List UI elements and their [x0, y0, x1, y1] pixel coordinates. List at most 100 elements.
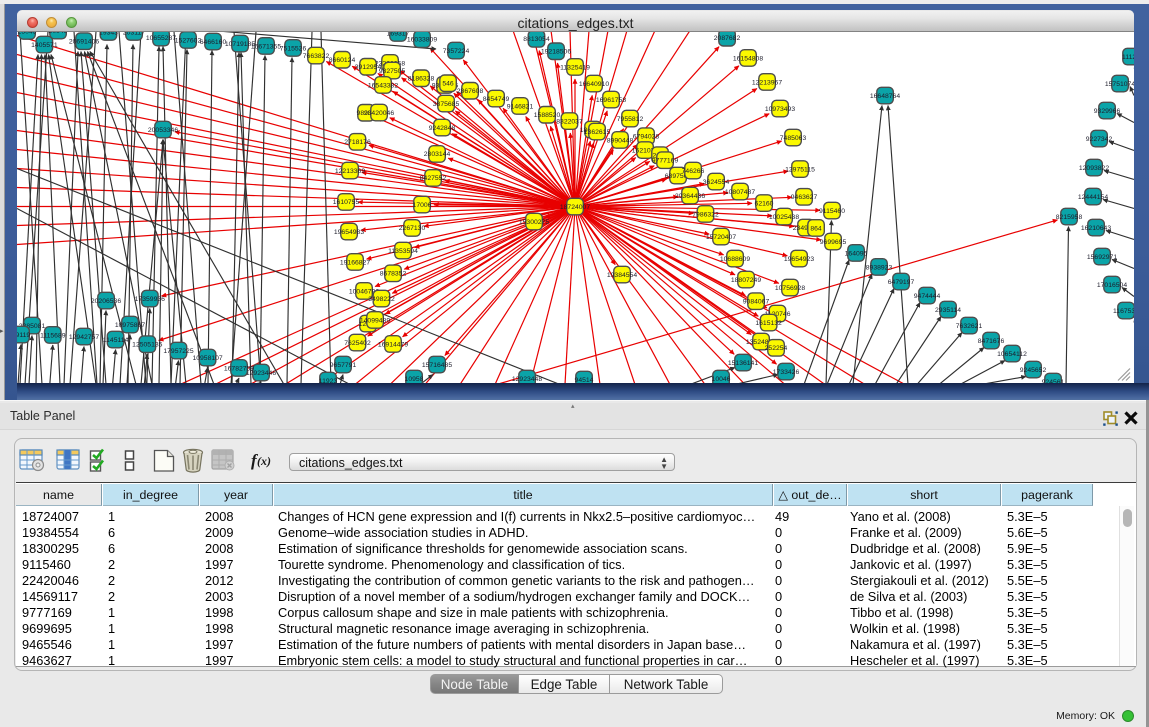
svg-text:20053346: 20053346: [148, 126, 178, 133]
svg-text:7625402: 7625402: [344, 339, 371, 346]
svg-text:17359936: 17359936: [135, 295, 165, 302]
svg-text:16782759: 16782759: [224, 365, 254, 372]
svg-text:9827505: 9827505: [379, 67, 406, 74]
svg-text:9245652: 9245652: [1020, 366, 1047, 373]
svg-text:3875685: 3875685: [433, 100, 460, 107]
svg-text:19384554: 19384554: [607, 271, 637, 278]
svg-text:8215958: 8215958: [1056, 213, 1083, 220]
svg-text:3624554: 3624554: [703, 178, 730, 185]
svg-text:39119: 39119: [17, 331, 30, 338]
svg-text:8938923: 8938923: [866, 264, 893, 271]
svg-text:8660124: 8660124: [329, 57, 356, 64]
svg-text:19343: 19343: [99, 32, 118, 36]
svg-text:15720407: 15720407: [706, 233, 736, 240]
svg-text:8990448: 8990448: [607, 137, 634, 144]
svg-text:1405571: 1405571: [31, 41, 58, 48]
svg-text:12093822: 12093822: [1079, 164, 1109, 171]
svg-text:16543382: 16543382: [368, 82, 398, 89]
svg-text:18724007: 18724007: [560, 203, 590, 210]
svg-text:19218506: 19218506: [541, 48, 571, 55]
svg-text:15692971: 15692971: [1087, 253, 1117, 260]
svg-text:1527602: 1527602: [175, 37, 202, 44]
svg-text:6794028: 6794028: [633, 133, 660, 140]
svg-text:10688609: 10688609: [720, 255, 750, 262]
svg-text:2718176: 2718176: [344, 139, 371, 146]
svg-text:7515526: 7515526: [280, 45, 307, 52]
svg-text:7955812: 7955812: [617, 115, 644, 122]
svg-text:2935114: 2935114: [935, 306, 961, 313]
svg-text:3498222: 3498222: [368, 295, 395, 302]
svg-text:6466160: 6466160: [200, 38, 227, 45]
svg-text:(x): (x): [257, 454, 271, 468]
svg-text:19654983: 19654983: [334, 228, 364, 235]
svg-text:16154808: 16154808: [733, 55, 763, 62]
svg-text:20691406: 20691406: [69, 38, 99, 45]
svg-text:16210643: 16210643: [1081, 224, 1111, 231]
svg-text:9146821: 9146821: [507, 103, 534, 110]
svg-text:1362615: 1362615: [584, 128, 611, 135]
svg-text:9699695: 9699695: [820, 238, 847, 245]
svg-text:9657791: 9657791: [330, 361, 357, 368]
svg-text:9084067: 9084067: [743, 298, 770, 305]
svg-text:7663822: 7663822: [303, 52, 330, 59]
svg-text:16961758: 16961758: [596, 96, 626, 103]
svg-text:7986322: 7986322: [692, 211, 719, 218]
svg-text:12942757: 12942757: [69, 333, 99, 340]
svg-text:19654923: 19654923: [784, 255, 814, 262]
svg-text:10973493: 10973493: [765, 105, 795, 112]
svg-text:23420046: 23420046: [364, 109, 394, 116]
svg-text:9463627: 9463627: [791, 194, 818, 201]
svg-text:16033809: 16033809: [407, 36, 437, 43]
svg-text:8678352: 8678352: [380, 270, 407, 277]
svg-text:252254: 252254: [765, 345, 788, 352]
svg-text:203117: 203117: [123, 32, 145, 36]
svg-text:1615132: 1615132: [755, 319, 782, 326]
svg-text:10958107: 10958107: [192, 354, 222, 361]
svg-text:7357224: 7357224: [443, 47, 470, 54]
svg-text:17016504: 17016504: [1097, 281, 1127, 288]
svg-text:1610755: 1610755: [333, 199, 360, 206]
svg-text:164095: 164095: [845, 250, 868, 257]
svg-text:16914479: 16914479: [378, 341, 408, 348]
svg-text:15300275: 15300275: [519, 218, 549, 225]
svg-text:6479197: 6479197: [888, 278, 915, 285]
svg-text:11923: 11923: [319, 377, 338, 382]
svg-text:8454749: 8454749: [483, 95, 510, 102]
svg-text:18807249: 18807249: [731, 276, 761, 283]
svg-text:20949: 20949: [49, 32, 68, 35]
svg-text:2267130: 2267130: [399, 225, 426, 232]
svg-text:19166827: 19166827: [340, 259, 370, 266]
svg-text:8427552: 8427552: [420, 175, 447, 182]
svg-text:17957225: 17957225: [163, 347, 193, 354]
svg-text:15136141: 15136141: [728, 359, 758, 366]
svg-text:23043: 23043: [18, 32, 37, 35]
svg-text:1733426: 1733426: [773, 368, 800, 375]
svg-text:20206536: 20206536: [91, 297, 121, 304]
svg-text:10958: 10958: [405, 375, 424, 382]
svg-text:20364436: 20364436: [675, 192, 705, 199]
svg-text:746266: 746266: [682, 167, 705, 174]
svg-text:8471676: 8471676: [978, 337, 1005, 344]
svg-text:7632621: 7632621: [956, 322, 983, 329]
svg-text:9474444: 9474444: [914, 292, 941, 299]
svg-text:8813054: 8813054: [523, 36, 550, 43]
svg-text:9329966: 9329966: [1094, 107, 1121, 114]
svg-text:1145114: 1145114: [103, 336, 129, 343]
svg-text:2867608: 2867608: [457, 88, 484, 95]
svg-text:12444154: 12444154: [1078, 193, 1108, 200]
svg-text:16648764: 16648764: [870, 92, 900, 99]
svg-text:11124: 11124: [1122, 53, 1134, 60]
svg-text:9227342: 9227342: [1086, 135, 1113, 142]
svg-text:924561: 924561: [1042, 378, 1065, 382]
svg-text:15751074: 15751074: [1105, 80, 1134, 87]
svg-text:9242848: 9242848: [429, 124, 456, 131]
svg-text:1167533: 1167533: [1113, 307, 1134, 314]
svg-text:8322037: 8322037: [556, 118, 583, 125]
svg-text:10046: 10046: [712, 375, 731, 382]
svg-text:10975867: 10975867: [115, 321, 145, 328]
svg-text:9115460: 9115460: [819, 207, 845, 214]
svg-text:15716485: 15716485: [422, 361, 452, 368]
svg-text:2087682: 2087682: [714, 35, 741, 42]
svg-text:12505135: 12505135: [132, 341, 162, 348]
svg-text:16671355: 16671355: [251, 43, 281, 50]
